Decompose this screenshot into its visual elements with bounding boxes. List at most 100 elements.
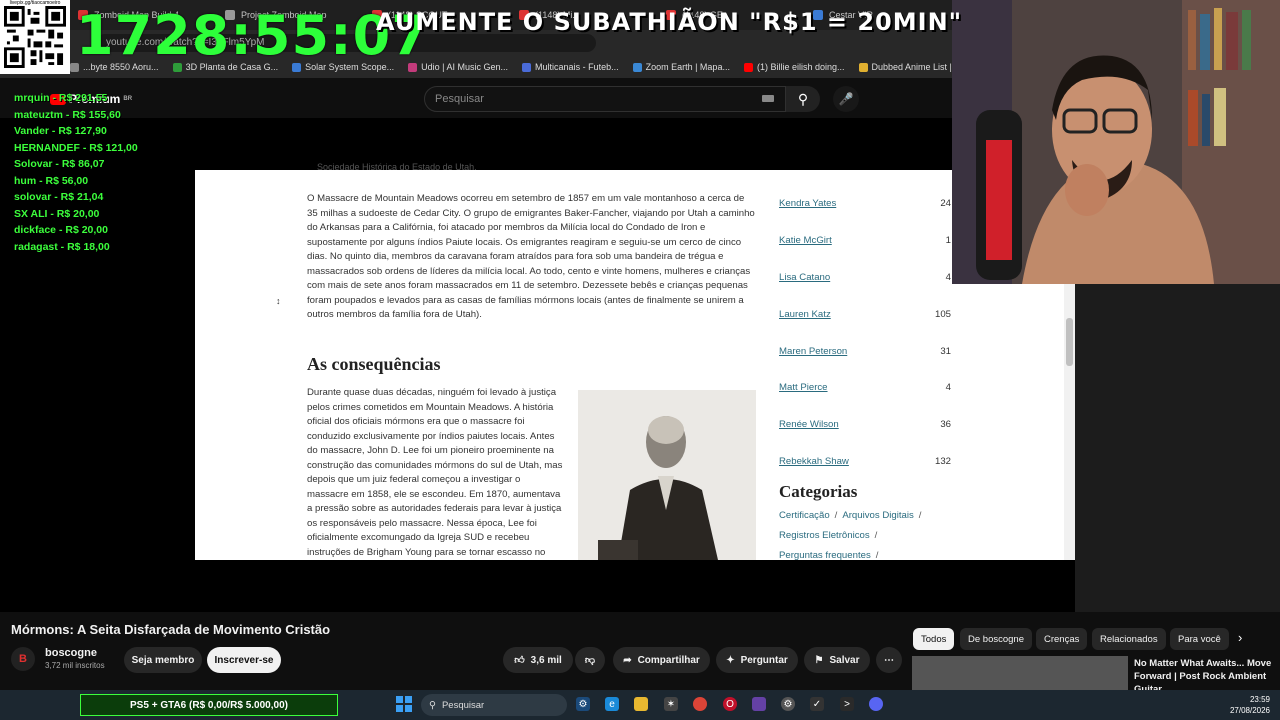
qr-code-icon (4, 6, 66, 68)
author-post-count: 36 (940, 419, 951, 431)
author-post-count: 105 (934, 308, 951, 320)
author-link[interactable]: Matt Pierce (779, 382, 828, 393)
article-paragraph: O Massacre de Mountain Meadows ocorreu e… (307, 193, 755, 320)
donor-entry: mrquin - R$ 291,55 (14, 92, 108, 104)
chip-for-you[interactable]: Para você (1170, 628, 1229, 650)
chip-related[interactable]: Relacionados (1092, 628, 1166, 650)
image-caption: Sociedade Histórica do Estado de Utah. (317, 162, 477, 172)
opera-icon[interactable]: O (723, 697, 737, 711)
chip-all[interactable]: Todos (913, 628, 955, 650)
voice-search-button[interactable]: 🎤 (833, 86, 859, 112)
save-button[interactable]: ⚑ Salvar (804, 647, 870, 673)
donor-entry: radagast - R$ 18,00 (14, 240, 110, 253)
file-explorer-icon[interactable] (634, 697, 648, 711)
app-icon[interactable]: ✓ (810, 697, 824, 711)
category-link[interactable]: Arquivos Digitais (842, 510, 913, 521)
author-post-count: 1 (945, 234, 951, 246)
ask-button[interactable]: ✦ Perguntar (716, 647, 798, 673)
search-input[interactable]: Pesquisar (424, 86, 786, 112)
bookmark-item[interactable]: Multicanais - Futeb... (522, 62, 619, 72)
system-clock: 23:59 27/08/2026 (1229, 695, 1270, 715)
settings-icon[interactable]: ⚙ (781, 697, 795, 711)
keyboard-icon[interactable] (762, 95, 774, 102)
scrollbar-thumb[interactable] (1066, 318, 1073, 366)
next-video-title[interactable]: No Matter What Awaits... Move Forward | … (1134, 657, 1274, 690)
donor-entry: HERNANDEF - R$ 121,00 (14, 141, 138, 154)
share-button[interactable]: ➦ Compartilhar (613, 647, 710, 673)
search-button[interactable]: ⚲ (786, 86, 820, 112)
categories-heading: Categorias (779, 482, 858, 501)
author-link[interactable]: Maren Peterson (779, 346, 847, 357)
author-link[interactable]: Kendra Yates (779, 198, 836, 209)
bookmark-favicon-icon (522, 62, 532, 72)
category-link[interactable]: Certificação (779, 510, 830, 521)
author-link[interactable]: Lauren Katz (779, 309, 831, 320)
thumbs-up-icon: 👍︎ (514, 655, 525, 666)
author-link[interactable]: Renée Wilson (779, 419, 839, 430)
bookmark-icon: ⚑ (814, 654, 824, 666)
subscriber-count: 3,72 mil inscritos (45, 661, 105, 670)
subscribe-button[interactable]: Inscrever-se (207, 647, 281, 673)
chip-from-channel[interactable]: De boscogne (960, 628, 1032, 650)
author-row: Lauren Katz 105 (779, 296, 951, 333)
bookmark-item[interactable]: Dubbed Anime List |... (858, 62, 952, 72)
background-panel (1075, 284, 1280, 612)
bookmark-item[interactable]: (1) Billie eilish doing... (743, 62, 845, 72)
video-title: Mórmons: A Seita Disfarçada de Movimento… (11, 622, 331, 637)
donor-entry: dickface - R$ 20,00 (14, 224, 108, 236)
author-post-count: 31 (940, 345, 951, 357)
category-separator: / (875, 550, 879, 561)
more-actions-button[interactable]: ⋯ (876, 647, 902, 673)
donor-entry: hum - R$ 56,00 (14, 174, 89, 187)
twitch-icon[interactable] (752, 697, 766, 711)
author-post-count: 4 (945, 382, 951, 394)
microphone-icon: 🎤 (838, 92, 854, 106)
category-separator: / (834, 510, 838, 521)
bookmark-favicon-icon (743, 62, 753, 72)
chevron-right-icon[interactable]: › (1238, 630, 1242, 645)
edge-icon[interactable]: e (605, 697, 619, 711)
author-link[interactable]: Katie McGirt (779, 235, 832, 246)
bookmark-favicon-icon (858, 62, 868, 72)
chip-beliefs[interactable]: Crenças (1036, 628, 1088, 650)
chrome-icon[interactable] (693, 697, 707, 711)
next-video-thumbnail[interactable] (912, 656, 1128, 690)
like-button[interactable]: 👍︎ 3,6 mil (503, 647, 573, 673)
article-paragraph: Durante quase duas décadas, ninguém foi … (307, 387, 563, 558)
qr-code: livepix.gg/tiaocamoeiro (0, 0, 70, 74)
discord-icon[interactable] (869, 697, 883, 711)
search-icon: ⚲ (797, 90, 809, 107)
bookmark-item[interactable]: Zoom Earth | Mapa... (632, 62, 730, 72)
donor-list: mrquin - R$ 291,55 mateuztm - R$ 155,60 Va… (14, 90, 138, 255)
terminal-icon[interactable]: > (840, 697, 854, 711)
category-link[interactable]: Registros Eletrônicos (779, 530, 870, 541)
donor-entry: Vander - R$ 127,90 (14, 125, 107, 137)
channel-name[interactable]: boscogne (45, 647, 97, 659)
taskbar-search[interactable]: ⚲ Pesquisar (421, 694, 567, 716)
channel-avatar[interactable]: B (11, 647, 35, 671)
donor-entry: mateuztm - R$ 155,60 (14, 108, 121, 121)
dislike-button[interactable]: 👎︎ (575, 647, 605, 673)
thumbs-down-icon: 👎︎ (584, 655, 596, 666)
author-row: Rebekkah Shaw 132 (779, 443, 951, 480)
windows-start-icon[interactable] (396, 696, 412, 712)
subathon-banner: AUMENTE O SUBATHIÃON "R$1 = 20MIN" (376, 8, 963, 36)
author-list: Kendra Yates 24 Katie McGirt 1 Lisa Catano 4 L… (779, 185, 951, 480)
category-separator: / (918, 510, 922, 521)
author-link[interactable]: Rebekkah Shaw (779, 456, 849, 467)
app-icon[interactable]: ✶ (664, 697, 678, 711)
join-button[interactable]: Seja membro (124, 647, 202, 673)
share-icon: ➦ (623, 654, 632, 666)
author-row: Katie McGirt 1 (779, 222, 951, 259)
article-heading: As consequências (307, 354, 441, 374)
category-link[interactable]: Perguntas frequentes (779, 550, 871, 561)
author-row: Matt Pierce 4 (779, 369, 951, 406)
author-link[interactable]: Lisa Catano (779, 272, 830, 283)
author-post-count: 4 (945, 271, 951, 283)
donor-entry: solovar - R$ 21,04 (14, 191, 104, 203)
steam-icon[interactable]: ⚙ (576, 697, 590, 711)
article-body: Sociedade Histórica do Estado de Utah. O… (307, 162, 755, 323)
category-list: Certificação / Arquivos Digitais / Registros… (779, 506, 959, 566)
author-post-count: 24 (940, 197, 951, 209)
author-post-count: 132 (934, 456, 951, 468)
